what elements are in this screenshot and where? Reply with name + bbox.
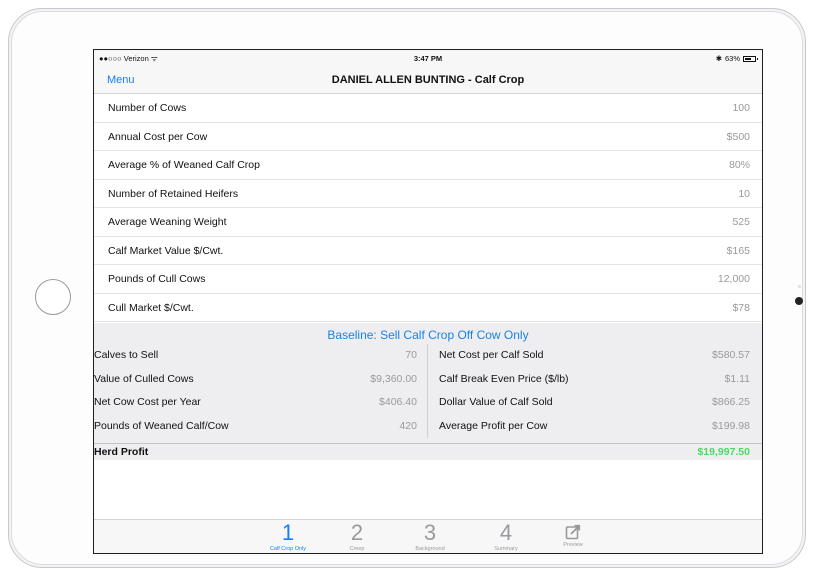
input-label: Cull Market $/Cwt. xyxy=(108,301,194,314)
result-value: $406.40 xyxy=(379,396,417,408)
input-value[interactable]: 10 xyxy=(738,188,750,200)
result-value: $199.98 xyxy=(712,419,750,432)
result-value: $866.25 xyxy=(712,396,750,408)
tab-label: Background xyxy=(415,546,445,552)
result-row: Average Profit per Cow $199.98 xyxy=(428,415,762,439)
input-value[interactable]: 12,000 xyxy=(718,273,750,285)
battery-fill xyxy=(745,57,751,60)
tab-label: Creep xyxy=(349,546,365,552)
result-label: Pounds of Weaned Calf/Cow xyxy=(94,419,229,432)
result-row: Pounds of Weaned Calf/Cow 420 xyxy=(94,415,427,439)
input-value[interactable]: 525 xyxy=(732,216,750,228)
page-title: DANIEL ALLEN BUNTING - Calf Crop xyxy=(331,74,525,86)
input-value[interactable]: 100 xyxy=(732,102,750,114)
input-list: Number of Cows 100 Annual Cost per Cow $… xyxy=(94,94,762,322)
battery-icon xyxy=(743,55,758,62)
result-row: Net Cost per Calf Sold $580.57 xyxy=(428,344,762,368)
input-row-annual-cost-per-cow[interactable]: Annual Cost per Cow $500 xyxy=(94,123,762,151)
result-row: Dollar Value of Calf Sold $866.25 xyxy=(428,391,762,415)
input-label: Calf Market Value $/Cwt. xyxy=(108,244,224,257)
share-icon xyxy=(565,524,581,540)
result-label: Calves to Sell xyxy=(94,349,159,361)
tab-background[interactable]: 3 Background xyxy=(402,520,458,553)
tab-number: 4 xyxy=(499,520,513,545)
result-row: Calf Break Even Price ($/lb) $1.11 xyxy=(428,368,762,392)
tab-creep[interactable]: 2 Creep xyxy=(329,520,385,553)
tab-bar: 1 Calf Crop Only 2 Creep 3 Background 4 … xyxy=(94,519,762,553)
tab-label: Calf Crop Only xyxy=(269,546,307,552)
status-bar: ●●○○○ Verizon ᯤ 3:47 PM ✱ 63% xyxy=(94,50,762,68)
herd-profit-label: Herd Profit xyxy=(94,446,149,458)
input-value[interactable]: 80% xyxy=(729,159,750,171)
result-value: 70 xyxy=(405,349,417,361)
result-row: Calves to Sell 70 xyxy=(94,344,427,368)
results-right-column: Net Cost per Calf Sold $580.57 Calf Brea… xyxy=(428,344,762,438)
result-value: 420 xyxy=(399,419,417,432)
sensor xyxy=(798,285,801,288)
result-label: Net Cost per Calf Sold xyxy=(439,349,544,361)
input-value[interactable]: $78 xyxy=(732,302,750,314)
input-label: Pounds of Cull Cows xyxy=(108,273,206,285)
home-button[interactable] xyxy=(35,279,71,315)
tab-number: 3 xyxy=(423,520,437,545)
input-value[interactable]: $500 xyxy=(727,131,750,143)
result-row: Value of Culled Cows $9,360.00 xyxy=(94,368,427,392)
input-row-pounds-of-cull-cows[interactable]: Pounds of Cull Cows 12,000 xyxy=(94,265,762,294)
status-right: ✱ 63% xyxy=(715,54,758,63)
bluetooth-icon: ✱ xyxy=(715,54,722,63)
camera xyxy=(795,297,803,305)
herd-profit-value: $19,997.50 xyxy=(697,446,750,458)
input-row-weaning-weight[interactable]: Average Weaning Weight 525 xyxy=(94,208,762,237)
tab-preview[interactable]: Preview xyxy=(545,520,601,553)
section-title: Baseline: Sell Calf Crop Off Cow Only xyxy=(327,328,529,342)
result-label: Dollar Value of Calf Sold xyxy=(439,396,553,408)
input-label: Average Weaning Weight xyxy=(108,216,227,228)
ipad-frame: ●●○○○ Verizon ᯤ 3:47 PM ✱ 63% Menu DANIE… xyxy=(8,8,806,568)
result-row: Net Cow Cost per Year $406.40 xyxy=(94,391,427,415)
result-label: Net Cow Cost per Year xyxy=(94,396,201,408)
baseline-results: Baseline: Sell Calf Crop Off Cow Only Ca… xyxy=(94,323,762,460)
tab-label: Preview xyxy=(563,542,583,548)
result-value: $9,360.00 xyxy=(370,372,417,385)
results-left-column: Calves to Sell 70 Value of Culled Cows $… xyxy=(94,344,428,438)
tab-calf-crop-only[interactable]: 1 Calf Crop Only xyxy=(260,520,316,553)
tab-number: 1 xyxy=(281,520,295,545)
screen: ●●○○○ Verizon ᯤ 3:47 PM ✱ 63% Menu DANIE… xyxy=(93,49,763,554)
battery-percent: 63% xyxy=(724,54,740,63)
input-row-retained-heifers[interactable]: Number of Retained Heifers 10 xyxy=(94,180,762,208)
input-label: Number of Cows xyxy=(108,102,187,114)
input-label: Annual Cost per Cow xyxy=(108,130,208,143)
tab-summary[interactable]: 4 Summary xyxy=(478,520,534,553)
result-value: $1.11 xyxy=(724,372,751,385)
input-value[interactable]: $165 xyxy=(727,245,750,257)
result-label: Value of Culled Cows xyxy=(94,372,194,385)
input-label: Average % of Weaned Calf Crop xyxy=(108,159,260,171)
herd-profit-row: Herd Profit $19,997.50 xyxy=(94,443,762,460)
input-row-calf-market-value[interactable]: Calf Market Value $/Cwt. $165 xyxy=(94,237,762,265)
input-row-weaned-calf-crop[interactable]: Average % of Weaned Calf Crop 80% xyxy=(94,151,762,180)
result-label: Average Profit per Cow xyxy=(439,419,548,432)
input-row-number-of-cows[interactable]: Number of Cows 100 xyxy=(94,94,762,123)
menu-button[interactable]: Menu xyxy=(107,74,135,86)
result-label: Calf Break Even Price ($/lb) xyxy=(439,372,569,385)
input-row-cull-market[interactable]: Cull Market $/Cwt. $78 xyxy=(94,294,762,322)
tab-label: Summary xyxy=(494,546,518,552)
input-label: Number of Retained Heifers xyxy=(108,187,239,200)
nav-bar: Menu DANIEL ALLEN BUNTING - Calf Crop xyxy=(94,68,762,94)
tab-number: 2 xyxy=(350,520,364,545)
status-time: 3:47 PM xyxy=(413,54,443,63)
result-value: $580.57 xyxy=(712,349,750,361)
